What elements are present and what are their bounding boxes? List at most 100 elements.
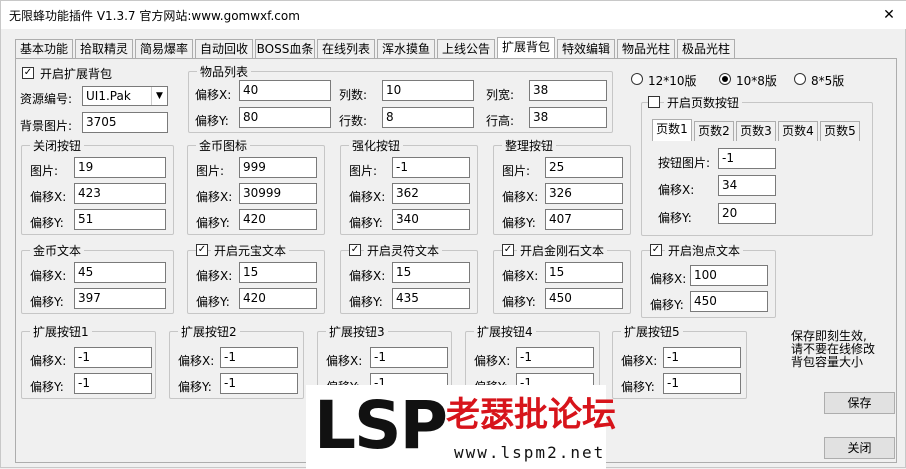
bubble-x-input[interactable]: 100: [690, 265, 768, 286]
ext-btn-5-x-input[interactable]: -1: [663, 347, 741, 368]
sort-img-label: 图片:: [502, 164, 531, 178]
ext-btn-3-x-input[interactable]: -1: [370, 347, 448, 368]
ext-btn-4-x-input[interactable]: -1: [516, 347, 594, 368]
diamond-x-label: 偏移X:: [502, 269, 539, 283]
gold-icon-title: 金币图标: [196, 137, 251, 154]
save-button[interactable]: 保存: [824, 392, 895, 414]
bubble-text-group: ✓ 开启泡点文本 偏移X: 100 偏移Y: 450: [641, 242, 776, 318]
close-x-label: 偏移X:: [30, 190, 67, 204]
lingfu-x-input[interactable]: 15: [392, 262, 470, 283]
enable-extended-bag-label: 开启扩展背包: [40, 67, 113, 81]
chevron-down-icon[interactable]: ▼: [151, 87, 167, 105]
close-x-input[interactable]: 423: [74, 183, 166, 204]
tab-boss-hp[interactable]: BOSS血条: [255, 39, 315, 59]
ext-btn-4-title: 扩展按钮4: [474, 323, 536, 340]
tab-page-3[interactable]: 页数3: [736, 121, 776, 141]
ext-btn-5-y-input[interactable]: -1: [663, 373, 741, 394]
gold-img-label: 图片:: [196, 164, 225, 178]
lingfu-y-input[interactable]: 435: [392, 288, 470, 309]
gold-icon-group: 金币图标 图片: 999 偏移X: 30999 偏移Y: 420: [187, 137, 325, 235]
rows-input[interactable]: 8: [382, 107, 474, 128]
tab-effects[interactable]: 特效编辑: [557, 39, 615, 59]
save-note-line-3: 背包容量大小: [791, 355, 864, 369]
enhance-btn-group: 强化按钮 图片: -1 偏移X: 362 偏移Y: 340: [340, 137, 478, 235]
resource-select[interactable]: UI1.Pak ▼: [82, 86, 168, 106]
item-offx-label: 偏移X:: [195, 88, 232, 102]
lingfu-x-label: 偏移X:: [349, 269, 386, 283]
bubble-title: 开启泡点文本: [665, 242, 744, 259]
bg-image-input[interactable]: 3705: [82, 112, 168, 133]
diamond-checkbox[interactable]: ✓: [502, 244, 514, 256]
close-y-input[interactable]: 51: [74, 209, 166, 230]
enhance-y-input[interactable]: 340: [392, 209, 470, 230]
enhance-img-label: 图片:: [349, 164, 378, 178]
yuanbao-checkbox[interactable]: ✓: [196, 244, 208, 256]
rowh-input[interactable]: 38: [529, 107, 607, 128]
diamond-x-input[interactable]: 15: [545, 262, 623, 283]
lingfu-checkbox[interactable]: ✓: [349, 244, 361, 256]
gold-text-x-input[interactable]: 45: [74, 262, 166, 283]
tab-page-5[interactable]: 页数5: [820, 121, 860, 141]
yuanbao-x-input[interactable]: 15: [239, 262, 317, 283]
enhance-title: 强化按钮: [349, 137, 404, 154]
enhance-x-input[interactable]: 362: [392, 183, 470, 204]
page-btn-x-input[interactable]: 34: [718, 175, 776, 196]
ext-btn-2-x-input[interactable]: -1: [220, 347, 298, 368]
tab-login-notice[interactable]: 上线公告: [437, 39, 495, 59]
tab-rare-beam[interactable]: 极品光柱: [677, 39, 735, 59]
gold-text-title: 金币文本: [30, 242, 85, 259]
item-offx-input[interactable]: 40: [239, 80, 331, 101]
close-y-label: 偏移Y:: [30, 216, 64, 230]
tab-page-2[interactable]: 页数2: [694, 121, 734, 141]
tab-online-list[interactable]: 在线列表: [317, 39, 375, 59]
tab-pickup[interactable]: 拾取精灵: [75, 39, 133, 59]
tab-basic[interactable]: 基本功能: [15, 39, 73, 59]
rows-label: 行数:: [339, 114, 368, 128]
page-btn-img-label: 按钮图片:: [658, 156, 711, 170]
bubble-y-input[interactable]: 450: [690, 291, 768, 312]
item-offy-label: 偏移Y:: [195, 114, 229, 128]
ext-btn-2-y-input[interactable]: -1: [220, 373, 298, 394]
item-offy-input[interactable]: 80: [239, 107, 331, 128]
lingfu-text-group: ✓ 开启灵符文本 偏移X: 15 偏移Y: 435: [340, 242, 478, 314]
tab-slack[interactable]: 浑水摸鱼: [377, 39, 435, 59]
ext-btn-4-x-label: 偏移X:: [474, 354, 511, 368]
layout-radio-12x10[interactable]: [631, 73, 643, 85]
enable-page-buttons-checkbox[interactable]: [648, 96, 660, 108]
gold-x-label: 偏移X:: [196, 190, 233, 204]
bubble-checkbox[interactable]: ✓: [650, 244, 662, 256]
tab-recycle[interactable]: 自动回收: [195, 39, 253, 59]
sort-img-input[interactable]: 25: [545, 157, 623, 178]
gold-text-y-input[interactable]: 397: [74, 288, 166, 309]
tab-page-4[interactable]: 页数4: [778, 121, 818, 141]
colw-input[interactable]: 38: [529, 80, 607, 101]
close-button[interactable]: 关闭: [824, 437, 895, 459]
page-btn-img-input[interactable]: -1: [718, 148, 776, 169]
tab-item-beam[interactable]: 物品光柱: [617, 39, 675, 59]
ext-btn-3-x-label: 偏移X:: [326, 354, 363, 368]
plugin-window: 无限蜂功能插件 V1.3.7 官方网站:www.gomwxf.com ✕ 基本功…: [0, 0, 906, 469]
ext-btn-1-x-input[interactable]: -1: [74, 347, 152, 368]
gold-x-input[interactable]: 30999: [239, 183, 317, 204]
sort-y-input[interactable]: 407: [545, 209, 623, 230]
tab-extended-bag[interactable]: 扩展背包: [497, 37, 555, 60]
lingfu-y-label: 偏移Y:: [349, 295, 383, 309]
gold-img-input[interactable]: 999: [239, 157, 317, 178]
diamond-y-input[interactable]: 450: [545, 288, 623, 309]
enable-extended-bag-checkbox[interactable]: ✓: [22, 67, 34, 79]
tab-droprate[interactable]: 简易爆率: [135, 39, 193, 59]
layout-radio-8x5[interactable]: [794, 73, 806, 85]
sort-btn-group: 整理按钮 图片: 25 偏移X: 326 偏移Y: 407: [493, 137, 631, 235]
window-close-icon[interactable]: ✕: [877, 4, 901, 26]
ext-btn-1-y-input[interactable]: -1: [74, 373, 152, 394]
enhance-img-input[interactable]: -1: [392, 157, 470, 178]
resource-value: UI1.Pak: [86, 89, 131, 103]
cols-input[interactable]: 10: [382, 80, 474, 101]
tab-page-1[interactable]: 页数1: [652, 119, 692, 141]
sort-x-input[interactable]: 326: [545, 183, 623, 204]
close-img-input[interactable]: 19: [74, 157, 166, 178]
layout-radio-10x8[interactable]: [719, 73, 731, 85]
yuanbao-y-input[interactable]: 420: [239, 288, 317, 309]
page-btn-y-input[interactable]: 20: [718, 203, 776, 224]
gold-y-input[interactable]: 420: [239, 209, 317, 230]
